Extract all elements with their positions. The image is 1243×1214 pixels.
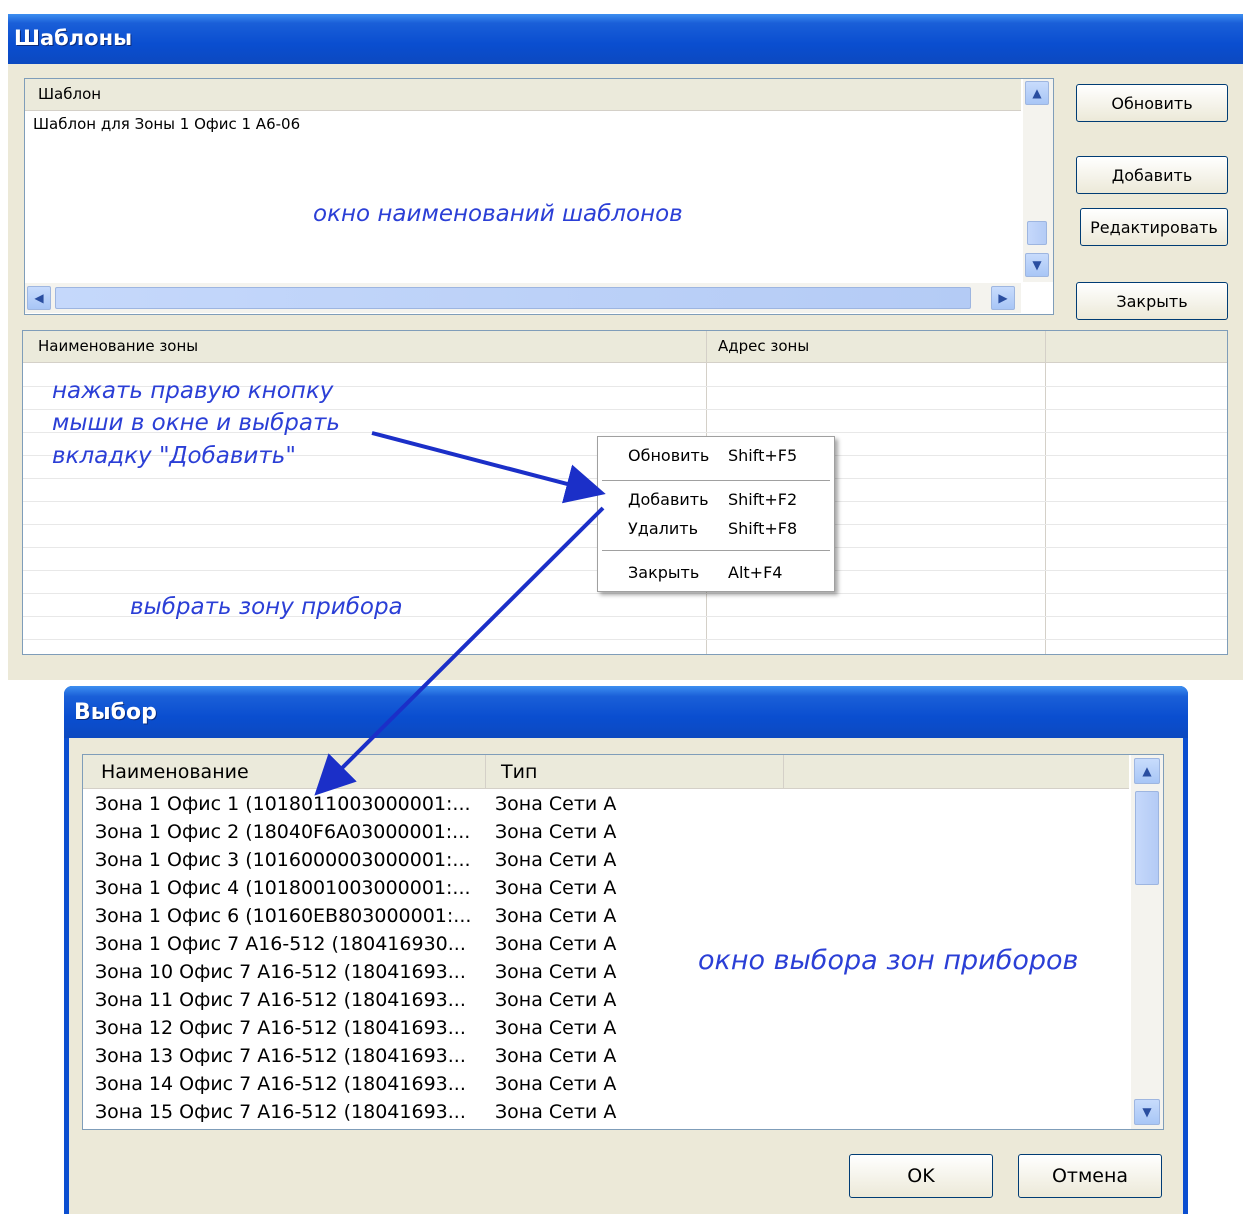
item-name: Зона 1 Офис 3 (1016000003000001:... xyxy=(95,849,471,871)
instruction-note-3: вкладку "Добавить" xyxy=(52,443,296,469)
menu-item-shortcut: Alt+F4 xyxy=(728,563,783,582)
zones-col-address[interactable]: Адрес зоны xyxy=(718,337,809,355)
menu-item-delete[interactable]: Удалить Shift+F8 xyxy=(598,519,834,543)
templates-vscrollbar[interactable]: ▲ ▼ xyxy=(1023,79,1053,282)
templates-vscroll-thumb[interactable] xyxy=(1027,221,1047,245)
templates-hscrollbar[interactable]: ◀ ▶ xyxy=(25,283,1021,313)
menu-item-label: Удалить xyxy=(628,519,698,538)
item-type: Зона Сети А xyxy=(495,989,617,1011)
edit-button[interactable]: Редактировать xyxy=(1080,208,1228,246)
zone-select-list[interactable]: Наименование Тип Зона 1 Офис 1 (10180110… xyxy=(82,754,1164,1130)
zones-col-name[interactable]: Наименование зоны xyxy=(38,337,198,355)
templates-hscroll-thumb[interactable] xyxy=(55,287,971,309)
list-item[interactable]: Зона 1 Офис 2 (18040F6A03000001:... Зона … xyxy=(95,821,616,843)
select-col-divider xyxy=(783,755,784,789)
menu-item-shortcut: Shift+F5 xyxy=(728,446,798,465)
item-type: Зона Сети А xyxy=(495,933,617,955)
menu-item-close[interactable]: Закрыть Alt+F4 xyxy=(598,563,834,587)
menu-separator xyxy=(602,480,830,481)
zones-gridline xyxy=(23,639,1227,640)
list-item[interactable]: Зона 1 Офис 1 (1018011003000001:... Зона … xyxy=(95,793,616,815)
list-item[interactable]: Зона 12 Офис 7 А16-512 (18041693... Зона … xyxy=(95,1017,616,1039)
instruction-note-2: мыши в окне и выбрать xyxy=(52,410,340,436)
list-item[interactable]: Зона 1 Офис 6 (10160EB803000001:... Зона … xyxy=(95,905,616,927)
item-type: Зона Сети А xyxy=(495,821,617,843)
list-item[interactable]: Зона 13 Офис 7 А16-512 (18041693... Зона … xyxy=(95,1045,616,1067)
item-name: Зона 11 Офис 7 А16-512 (18041693... xyxy=(95,989,466,1011)
item-type: Зона Сети А xyxy=(495,849,617,871)
item-type: Зона Сети А xyxy=(495,1073,617,1095)
item-type: Зона Сети А xyxy=(495,877,617,899)
templates-window-title: Шаблоны xyxy=(14,26,133,50)
select-list-header: Наименование Тип xyxy=(83,755,1129,789)
templates-listbox[interactable]: Шаблон Шаблон для Зоны 1 Офис 1 А6-06 ок… xyxy=(24,78,1054,315)
scroll-right-icon[interactable]: ▶ xyxy=(991,286,1015,310)
templates-header-label: Шаблон xyxy=(38,85,102,103)
select-title-bar[interactable]: Выбор xyxy=(64,686,1188,738)
select-col-type[interactable]: Тип xyxy=(501,761,537,783)
item-name: Зона 13 Офис 7 А16-512 (18041693... xyxy=(95,1045,466,1067)
select-zone-note: выбрать зону прибора xyxy=(130,594,403,620)
item-type: Зона Сети А xyxy=(495,1045,617,1067)
menu-item-refresh[interactable]: Обновить Shift+F5 xyxy=(598,446,834,470)
template-row[interactable]: Шаблон для Зоны 1 Офис 1 А6-06 xyxy=(33,115,300,133)
item-name: Зона 14 Офис 7 А16-512 (18041693... xyxy=(95,1073,466,1095)
scroll-up-icon[interactable]: ▲ xyxy=(1134,758,1160,784)
instruction-note-1: нажать правую кнопку xyxy=(52,378,334,404)
templates-header[interactable]: Шаблон xyxy=(25,79,1021,111)
item-name: Зона 1 Офис 7 А16-512 (180416930... xyxy=(95,933,466,955)
menu-item-shortcut: Shift+F2 xyxy=(728,490,798,509)
select-col-divider xyxy=(485,755,486,789)
select-window-body: Наименование Тип Зона 1 Офис 1 (10180110… xyxy=(69,738,1183,1214)
zones-col-divider xyxy=(1045,331,1046,654)
item-name: Зона 15 Офис 7 А16-512 (18041693... xyxy=(95,1101,466,1123)
item-name: Зона 1 Офис 4 (1018001003000001:... xyxy=(95,877,471,899)
menu-item-label: Закрыть xyxy=(628,563,700,582)
add-button[interactable]: Добавить xyxy=(1076,156,1228,194)
scroll-up-icon[interactable]: ▲ xyxy=(1025,81,1049,105)
scroll-down-icon[interactable]: ▼ xyxy=(1134,1099,1160,1125)
refresh-button[interactable]: Обновить xyxy=(1076,84,1228,122)
item-type: Зона Сети А xyxy=(495,1101,617,1123)
ok-button[interactable]: OK xyxy=(849,1154,993,1198)
select-col-name[interactable]: Наименование xyxy=(101,761,249,783)
select-annotation: окно выбора зон приборов xyxy=(698,945,1079,976)
item-name: Зона 12 Офис 7 А16-512 (18041693... xyxy=(95,1017,466,1039)
cancel-button[interactable]: Отмена xyxy=(1018,1154,1162,1198)
menu-item-label: Добавить xyxy=(628,490,709,509)
menu-item-shortcut: Shift+F8 xyxy=(728,519,798,538)
menu-item-add[interactable]: Добавить Shift+F2 xyxy=(598,490,834,514)
item-type: Зона Сети А xyxy=(495,961,617,983)
item-name: Зона 1 Офис 2 (18040F6A03000001:... xyxy=(95,821,471,843)
item-type: Зона Сети А xyxy=(495,905,617,927)
item-type: Зона Сети А xyxy=(495,793,617,815)
scroll-left-icon[interactable]: ◀ xyxy=(27,286,51,310)
menu-item-label: Обновить xyxy=(628,446,710,465)
templates-title-bar[interactable]: Шаблоны xyxy=(8,14,1243,64)
select-vscrollbar[interactable]: ▲ ▼ xyxy=(1131,755,1163,1129)
list-item[interactable]: Зона 14 Офис 7 А16-512 (18041693... Зона … xyxy=(95,1073,616,1095)
item-name: Зона 1 Офис 6 (10160EB803000001:... xyxy=(95,905,472,927)
item-name: Зона 10 Офис 7 А16-512 (18041693... xyxy=(95,961,466,983)
templates-annotation: окно наименований шаблонов xyxy=(313,201,683,227)
context-menu: Обновить Shift+F5 Добавить Shift+F2 Удал… xyxy=(597,436,835,592)
list-item[interactable]: Зона 1 Офис 4 (1018001003000001:... Зона … xyxy=(95,877,616,899)
menu-separator xyxy=(602,550,830,551)
item-type: Зона Сети А xyxy=(495,1017,617,1039)
item-name: Зона 1 Офис 1 (1018011003000001:... xyxy=(95,793,471,815)
list-item[interactable]: Зона 1 Офис 3 (1016000003000001:... Зона … xyxy=(95,849,616,871)
list-item[interactable]: Зона 11 Офис 7 А16-512 (18041693... Зона … xyxy=(95,989,616,1011)
list-item[interactable]: Зона 15 Офис 7 А16-512 (18041693... Зона … xyxy=(95,1101,616,1123)
zones-header: Наименование зоны Адрес зоны xyxy=(23,331,1227,363)
list-item[interactable]: Зона 10 Офис 7 А16-512 (18041693... Зона … xyxy=(95,961,616,983)
scroll-down-icon[interactable]: ▼ xyxy=(1025,253,1049,277)
select-window-title: Выбор xyxy=(74,700,157,725)
close-button[interactable]: Закрыть xyxy=(1076,282,1228,320)
list-item[interactable]: Зона 1 Офис 7 А16-512 (180416930... Зона … xyxy=(95,933,616,955)
select-window: Выбор Наименование Тип Зона 1 Офис 1 (10… xyxy=(64,686,1188,1214)
select-vscroll-thumb[interactable] xyxy=(1135,791,1159,885)
